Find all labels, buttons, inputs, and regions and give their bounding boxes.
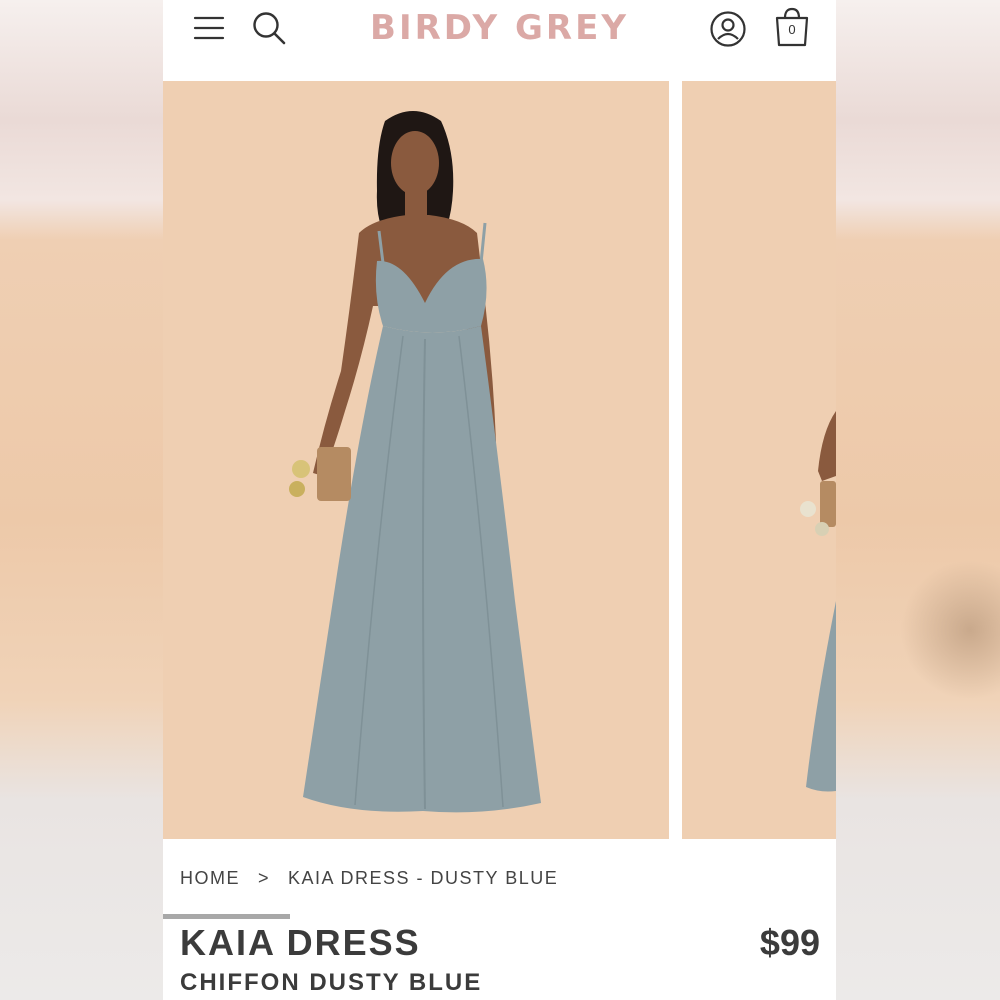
- breadcrumb-home-link[interactable]: HOME: [180, 868, 240, 889]
- model-in-dress-photo: [163, 81, 669, 839]
- product-image-next[interactable]: [682, 81, 836, 839]
- model-in-dress-photo-next: [682, 81, 836, 839]
- cart-count: 0: [788, 22, 796, 37]
- breadcrumb-current: KAIA DRESS - DUSTY BLUE: [288, 868, 559, 888]
- breadcrumb: HOME > KAIA DRESS - DUSTY BLUE: [180, 868, 558, 889]
- carousel-progress-fill: [163, 914, 290, 919]
- product-price: $99: [759, 922, 820, 963]
- site-header: BIRDY GREY 0: [163, 0, 836, 80]
- breadcrumb-separator: >: [258, 868, 271, 888]
- account-icon[interactable]: [709, 10, 747, 48]
- product-subtitle: CHIFFON DUSTY BLUE: [180, 969, 483, 996]
- product-title: KAIA DRESS: [180, 922, 421, 963]
- product-image-main[interactable]: [163, 81, 669, 839]
- blurred-background-figure: [900, 560, 1000, 700]
- product-image-carousel[interactable]: [163, 81, 836, 919]
- carousel-progress-track: [163, 914, 669, 919]
- product-page: BIRDY GREY 0 HOME > KAIA DRESS - DUSTY B…: [163, 0, 836, 1000]
